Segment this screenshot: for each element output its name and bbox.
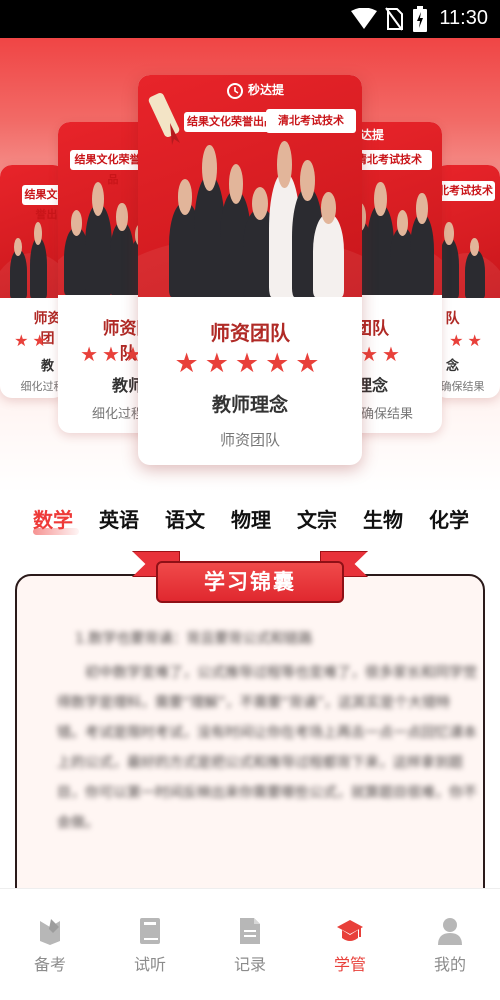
card-subtitle: 教师理念 [211,394,288,416]
nav-label: 我的 [433,955,466,974]
tips-ribbon: 学习锦囊 [132,549,368,609]
tab-english[interactable]: 英语 [99,504,139,533]
active-tab-indicator [33,528,79,535]
nav-item-prep[interactable]: 备考 [0,889,100,1000]
poster-banner: 结果文化荣誉出品 [184,112,278,132]
tips-heading: 1.数学也要背诵：背且要背公式和链路 [75,631,313,647]
nav-label: 记录 [233,955,266,974]
bottom-nav: 备考 试听 记录 学管 我的 [0,888,500,1000]
card-poster: 结果文化荣誉出品 [0,165,65,298]
card-rating-stars: ★★ [14,331,51,350]
tips-paragraph: 初中数学变难了，公式推导过程等也变难了，很多家长和同学觉得数学是理科，需要“理解… [57,665,477,831]
nav-item-profile[interactable]: 我的 [400,889,500,1000]
carousel-card-far-left[interactable]: 结果文化荣誉出品 师资团 ★★ 教 细化过程 [0,165,65,398]
nav-label: 备考 [33,955,66,974]
poster-banner-highlight: 清北考试技术 [266,109,356,133]
no-sim-icon [385,7,403,31]
scroll-decoration-icon [148,92,180,145]
nav-item-records[interactable]: 记录 [200,889,300,1000]
carousel-card-center[interactable]: 秒达提 结果文化荣誉出品 清北考试技术 师资团队 ★★★★★ 教师理念 师资团队 [138,75,362,465]
tab-chemistry[interactable]: 化学 [429,504,469,533]
card-subtitle: 教 [40,359,54,374]
tips-title: 学习锦囊 [156,561,344,603]
brand-logo: 秒达提 [248,83,285,97]
nav-label: 试听 [133,955,166,974]
status-bar: 11:30 [0,0,500,38]
card-rating-stars: ★★ [449,331,486,350]
card-subtitle: 念 [445,359,459,374]
card-title: 队 [445,311,460,327]
brand-logo: 达提 [360,128,385,142]
poster-banner: 清北考试技术 [435,181,495,201]
book-icon [140,918,160,944]
clock: 11:30 [439,7,488,29]
card-poster: 秒达提 结果文化荣誉出品 清北考试技术 [138,75,362,297]
user-icon [438,918,462,945]
study-tips-card[interactable]: 1.数学也要背诵：背且要背公式和链路 初中数学变难了，公式推导过程等也变难了，很… [15,574,485,934]
pencil-book-icon [40,919,60,945]
tab-liberal-arts[interactable]: 文宗 [297,504,337,533]
card-footer: 确保结果 [440,380,485,393]
battery-charging-icon [413,6,427,32]
nav-item-study-mgmt[interactable]: 学管 [300,889,400,1000]
nav-item-trial[interactable]: 试听 [100,889,200,1000]
tips-content: 1.数学也要背诵：背且要背公式和链路 初中数学变难了，公式推导过程等也变难了，很… [57,624,477,842]
tab-physics[interactable]: 物理 [231,504,271,533]
wifi-signal-icon [351,8,377,29]
card-footer: 细化过程 [20,380,65,393]
tab-chinese[interactable]: 语文 [165,504,205,533]
card-title: 师资团队 [210,321,290,345]
card-footer: 师资团队 [219,431,280,449]
card-rating-stars: ★★★★★ [174,348,326,379]
tab-biology[interactable]: 生物 [363,504,403,533]
carousel-card-far-right[interactable]: 清北考试技术 队 ★★ 念 确保结果 [435,165,500,398]
document-icon [240,918,260,944]
nav-label: 学管 [333,955,366,974]
card-poster: 清北考试技术 [435,165,500,298]
clock-logo-icon [227,83,243,99]
graduation-cap-icon [337,920,363,941]
